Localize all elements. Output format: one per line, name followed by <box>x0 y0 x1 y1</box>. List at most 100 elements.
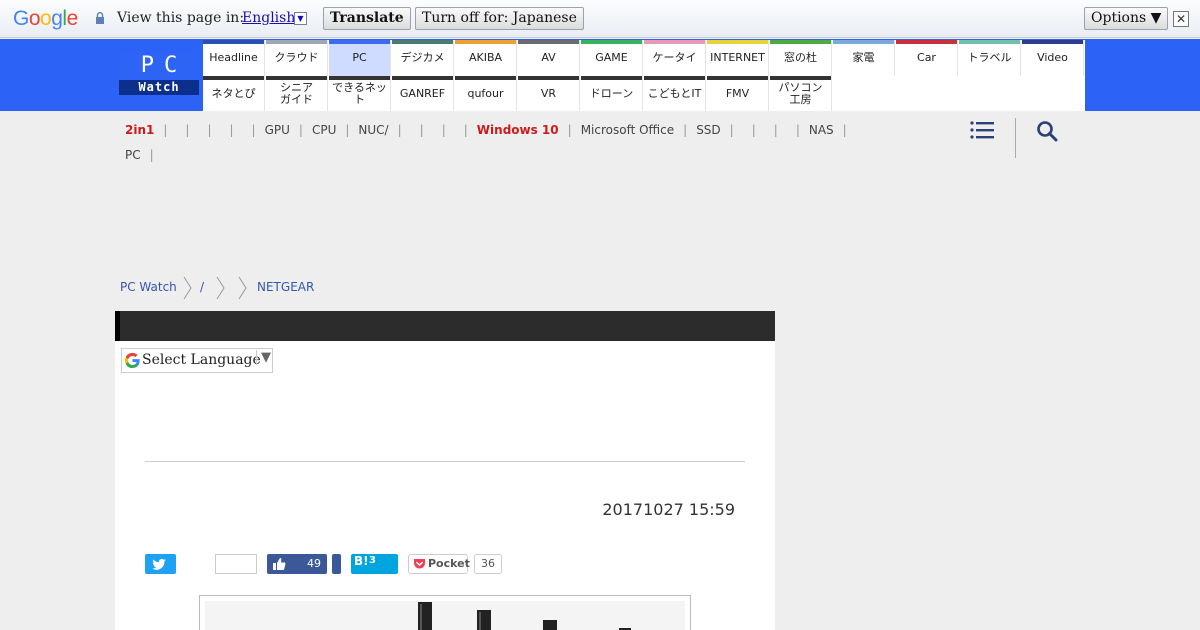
nav-color-bar <box>518 40 579 44</box>
chevron-right-icon <box>216 276 225 300</box>
nav-item[interactable]: INTERNET <box>707 40 769 76</box>
nav-color-bar <box>644 40 705 44</box>
nav-item[interactable]: ネタとぴ <box>203 76 265 111</box>
header-divider <box>1015 118 1016 158</box>
nav-item[interactable]: AKIBA <box>455 40 517 76</box>
divider <box>145 461 745 462</box>
nav-item[interactable]: Car <box>896 40 958 76</box>
options-button[interactable]: Options ▼ <box>1084 7 1169 30</box>
tag-separator: | <box>251 123 256 137</box>
nav-item[interactable]: こどもとIT <box>644 76 706 111</box>
tag-separator: | <box>207 123 212 137</box>
facebook-share-button[interactable] <box>332 554 341 574</box>
nav-item[interactable]: トラベル <box>959 40 1021 76</box>
nav-item[interactable]: Video <box>1022 40 1084 76</box>
breadcrumb-slash[interactable]: / <box>200 280 204 294</box>
nav-color-bar <box>896 40 957 44</box>
tag-separator: | <box>229 123 234 137</box>
google-logo: Google <box>13 7 78 30</box>
tag-separator: | <box>149 148 154 162</box>
menu-icon[interactable] <box>970 120 994 140</box>
translate-button[interactable]: Translate <box>323 7 411 30</box>
article-image-inner <box>205 601 685 630</box>
tag-link[interactable]: Windows 10 <box>477 118 559 143</box>
nav-color-bar <box>455 76 516 80</box>
product-photo <box>418 602 631 630</box>
pocket-button[interactable]: Pocket <box>408 554 470 574</box>
tag-separator: | <box>419 123 424 137</box>
lock-icon <box>96 12 104 24</box>
tag-link[interactable]: SSD <box>696 118 720 143</box>
nav-color-bar <box>707 76 768 80</box>
hatena-bookmark-button[interactable]: B! 3 <box>351 554 398 574</box>
nav-item[interactable]: できるネット <box>329 76 391 111</box>
nav-item[interactable]: qufour <box>455 76 517 111</box>
tag-link[interactable]: NAS <box>809 118 834 143</box>
article-title-bar <box>115 311 775 341</box>
search-icon[interactable] <box>1036 120 1058 142</box>
nav-item[interactable]: デジカメ <box>392 40 454 76</box>
tag-link[interactable]: CPU <box>312 118 336 143</box>
nav-color-bar <box>203 76 264 80</box>
nav-item[interactable]: クラウド <box>266 40 328 76</box>
twitter-count-box <box>215 554 257 574</box>
facebook-like-button[interactable]: 49 <box>267 554 327 574</box>
tag-link[interactable]: 2in1 <box>125 118 154 143</box>
nav-color-bar <box>329 76 390 80</box>
breadcrumb-home[interactable]: PC Watch <box>120 280 177 294</box>
tag-link[interactable]: PC <box>125 143 141 168</box>
tag-separator: | <box>751 123 756 137</box>
nav-item[interactable]: PC <box>329 40 391 76</box>
nav-item[interactable]: 窓の杜 <box>770 40 832 76</box>
select-language-dropdown[interactable]: Select Language ▼ <box>121 348 273 373</box>
tag-link[interactable]: GPU <box>265 118 290 143</box>
nav-item[interactable]: ドローン <box>581 76 643 111</box>
nav-item[interactable]: GANREF <box>392 76 454 111</box>
breadcrumb-current[interactable]: NETGEAR <box>257 280 314 294</box>
nav-item[interactable]: GAME <box>581 40 643 76</box>
tag-separator: | <box>163 123 168 137</box>
nav-item[interactable]: VR <box>518 76 580 111</box>
nav-color-bar <box>581 40 642 44</box>
twitter-share-button[interactable] <box>145 554 176 574</box>
nav-color-bar <box>266 76 327 80</box>
article-date: 20171027 15:59 <box>602 500 735 519</box>
tag-separator: | <box>567 123 572 137</box>
nav-item[interactable]: 家電 <box>833 40 895 76</box>
pc-watch-logo[interactable]: PC Watch <box>119 54 199 95</box>
nav-item[interactable]: Headline <box>203 40 265 76</box>
tag-link[interactable]: Microsoft Office <box>581 118 674 143</box>
nav-color-bar <box>770 40 831 44</box>
chevron-right-icon <box>238 276 247 300</box>
tag-separator: | <box>683 123 688 137</box>
tag-separator: | <box>441 123 446 137</box>
category-nav: Headline クラウド PC デジカメ AKIBA AV GAME ケータイ INTERNE… <box>203 40 1085 111</box>
nav-color-bar <box>959 40 1020 44</box>
nav-item[interactable]: シニア ガイド <box>266 76 328 111</box>
nav-item[interactable]: FMV <box>707 76 769 111</box>
nav-color-bar <box>770 76 831 80</box>
language-dropdown-icon[interactable]: ▼ <box>294 12 307 25</box>
nav-item[interactable]: パソコン 工房 <box>770 76 832 111</box>
nav-color-bar <box>392 76 453 80</box>
close-icon[interactable]: ✕ <box>1173 11 1189 27</box>
tag-separator: | <box>463 123 468 137</box>
tag-link[interactable]: NUC/ <box>358 118 388 143</box>
turn-off-button[interactable]: Turn off for: Japanese <box>415 7 584 30</box>
nav-color-bar <box>392 40 453 44</box>
nav-color-bar <box>203 40 264 44</box>
nav-item[interactable]: AV <box>518 40 580 76</box>
tag-separator: | <box>842 123 847 137</box>
nav-item[interactable]: ケータイ <box>644 40 706 76</box>
tag-separator: | <box>795 123 800 137</box>
nav-color-bar <box>518 76 579 80</box>
nav-color-bar <box>329 40 390 44</box>
language-link[interactable]: English <box>242 10 295 26</box>
tag-separator: | <box>729 123 734 137</box>
nav-color-bar <box>707 40 768 44</box>
nav-color-bar <box>644 76 705 80</box>
thumbs-up-icon <box>273 558 286 570</box>
nav-color-bar <box>455 40 516 44</box>
tag-separator: | <box>397 123 402 137</box>
google-g-icon <box>124 352 140 369</box>
